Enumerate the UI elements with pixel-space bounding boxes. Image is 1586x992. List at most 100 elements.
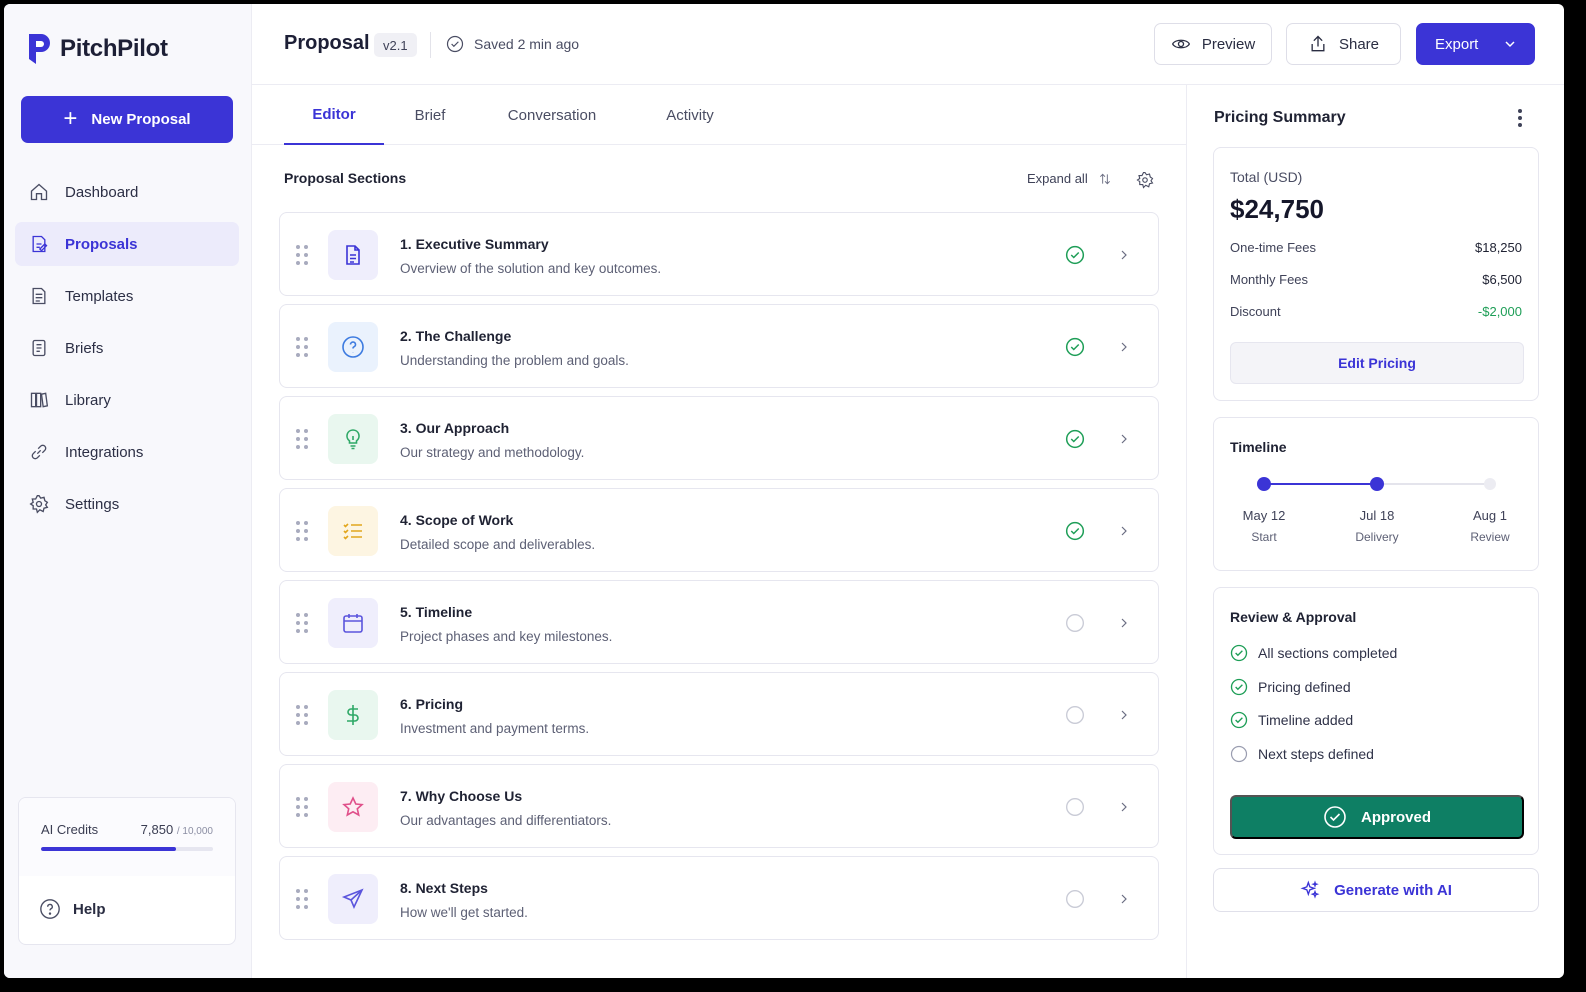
timeline-track [1257,477,1496,491]
section-title: 5. Timeline [400,604,473,620]
ai-credits-label: AI Credits [41,822,99,837]
right-panel: Pricing Summary Total (USD) $24,750 One-… [1186,85,1560,978]
check-circle-icon [1230,644,1248,662]
section-row[interactable]: 4. Scope of Work Detailed scope and deli… [279,488,1159,572]
chevron-right-icon[interactable] [1116,615,1132,631]
gear-icon [29,495,49,514]
drag-handle-icon[interactable] [296,797,308,817]
expand-all-button[interactable]: Expand all [1027,171,1112,186]
approved-label: Approved [1360,808,1431,826]
expand-all-label: Expand all [1027,171,1088,186]
sections-heading: Proposal Sections [284,170,407,186]
drag-handle-icon[interactable] [296,429,308,449]
milestone-date: Aug 1 [1473,508,1507,523]
preview-button[interactable]: Preview [1154,23,1272,65]
tab-activity[interactable]: Activity [650,85,730,145]
sidebar-item-proposals[interactable]: Proposals [15,222,239,266]
section-row[interactable]: 7. Why Choose Us Our advantages and diff… [279,764,1159,848]
eye-icon [1171,39,1190,49]
chevron-right-icon[interactable] [1116,247,1132,263]
section-icon [328,782,378,832]
total-value: $24,750 [1230,194,1324,224]
check-circle-icon [1230,711,1248,729]
price-row-value: $18,250 [1475,240,1522,255]
section-row[interactable]: 6. Pricing Investment and payment terms. [279,672,1159,756]
tab-bar: Editor Brief Conversation Activity [252,85,1186,145]
tab-conversation[interactable]: Conversation [492,85,612,145]
sidebar-item-library[interactable]: Library [15,378,239,422]
check-circle-icon [1230,678,1248,696]
section-settings-icon[interactable] [1136,171,1154,189]
sidebar-item-dashboard[interactable]: Dashboard [15,170,239,214]
pricing-summary-title: Pricing Summary [1214,109,1346,126]
section-icon [328,414,378,464]
timeline-dot-review [1484,478,1496,490]
review-approval-card: Review & Approval All sections completed… [1213,587,1539,855]
section-row[interactable]: 5. Timeline Project phases and key miles… [279,580,1159,664]
sidebar-item-templates[interactable]: Templates [15,274,239,318]
edit-pricing-button[interactable]: Edit Pricing [1230,342,1524,384]
section-description: Understanding the problem and goals. [400,353,629,368]
share-button[interactable]: Share [1286,23,1401,65]
export-button[interactable]: Export [1416,23,1535,65]
section-row[interactable]: 1. Executive Summary Overview of the sol… [279,212,1159,296]
sidebar-item-integrations[interactable]: Integrations [15,430,239,474]
sidebar-item-label: Briefs [65,339,104,357]
ai-credits-progress-fill [41,847,177,851]
review-item: Next steps defined [1230,745,1374,763]
section-row[interactable]: 3. Our Approach Our strategy and methodo… [279,396,1159,480]
chevron-right-icon[interactable] [1116,339,1132,355]
star-icon [342,796,364,817]
check-circle-icon [446,35,464,53]
sidebar: PitchPilot + New Proposal Dashboard Prop… [4,4,252,978]
chevron-right-icon[interactable] [1116,431,1132,447]
generate-with-ai-button[interactable]: Generate with AI [1213,868,1539,912]
drag-handle-icon[interactable] [296,245,308,265]
drag-handle-icon[interactable] [296,521,308,541]
sort-arrows-icon [1099,173,1110,184]
empty-circle-icon [1065,797,1085,817]
section-title: 3. Our Approach [400,420,510,436]
divider [430,32,431,58]
check-circle-icon [1065,337,1085,357]
plus-icon: + [63,104,78,132]
help-button[interactable]: Help [19,876,235,920]
generate-with-ai-label: Generate with AI [1334,881,1452,899]
chevron-right-icon[interactable] [1116,707,1132,723]
calendar-icon [343,614,363,633]
section-row[interactable]: 2. The Challenge Understanding the probl… [279,304,1159,388]
section-title: 8. Next Steps [400,880,488,896]
empty-circle-icon [1065,613,1085,633]
chevron-right-icon[interactable] [1116,523,1132,539]
app-name: PitchPilot [60,35,168,62]
total-label: Total (USD) [1230,169,1303,185]
chevron-right-icon[interactable] [1116,799,1132,815]
drag-handle-icon[interactable] [296,613,308,633]
help-icon [40,899,60,919]
chevron-right-icon[interactable] [1116,891,1132,907]
share-icon [1311,35,1325,52]
sidebar-item-settings[interactable]: Settings [15,482,239,526]
section-row[interactable]: 8. Next Steps How we'll get started. [279,856,1159,940]
new-proposal-button[interactable]: + New Proposal [21,96,233,143]
discount-value: -$2,000 [1477,304,1522,319]
sidebar-item-label: Dashboard [65,183,139,201]
sidebar-item-briefs[interactable]: Briefs [15,326,239,370]
drag-handle-icon[interactable] [296,889,308,909]
drag-handle-icon[interactable] [296,337,308,357]
empty-circle-icon [1065,889,1085,909]
tab-editor[interactable]: Editor [284,85,384,145]
tab-brief[interactable]: Brief [398,85,462,145]
ai-credits: AI Credits 7,850 / 10,000 [19,798,235,876]
lightbulb-icon [346,429,360,450]
app-window: PitchPilot + New Proposal Dashboard Prop… [4,4,1564,978]
more-options-icon[interactable] [1517,109,1523,129]
drag-handle-icon[interactable] [296,705,308,725]
link-icon [31,444,47,460]
ai-credits-progress [41,847,213,851]
section-description: How we'll get started. [400,905,528,920]
logo[interactable]: PitchPilot [26,32,168,66]
timeline-title: Timeline [1230,439,1287,455]
section-icon [328,690,378,740]
approved-button[interactable]: Approved [1230,795,1524,839]
